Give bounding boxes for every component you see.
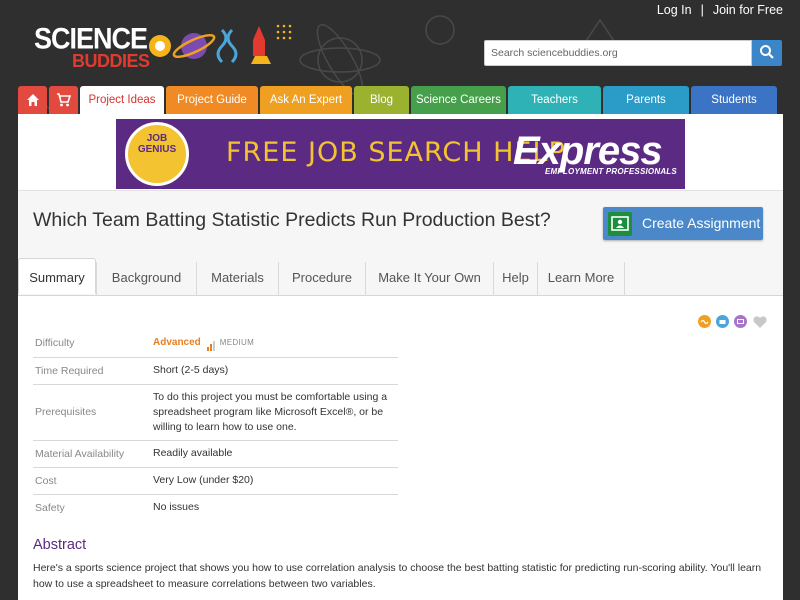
ad-job-genius-badge: JOB GENIUS <box>125 122 189 186</box>
nav-project-guide[interactable]: Project Guide <box>166 86 258 115</box>
material-availability-value: Readily available <box>151 440 398 468</box>
nav-project-ideas[interactable]: Project Ideas <box>80 86 164 115</box>
material-availability-label: Material Availability <box>33 440 151 468</box>
tab-summary[interactable]: Summary <box>18 258 96 294</box>
facts-row-prerequisites: Prerequisites To do this project you mus… <box>33 384 398 441</box>
nav-teachers[interactable]: Teachers <box>508 86 601 115</box>
logo-text-buddies: BUDDIES <box>72 51 150 71</box>
page-title: Which Team Batting Statistic Predicts Ru… <box>33 209 551 231</box>
google-classroom-icon <box>608 212 632 236</box>
prerequisites-label: Prerequisites <box>33 384 151 441</box>
search-input[interactable] <box>484 40 752 66</box>
nav-students[interactable]: Students <box>691 86 777 115</box>
project-tabs: Summary Background Materials Procedure M… <box>18 258 783 296</box>
title-strip: Which Team Batting Statistic Predicts Ru… <box>18 190 783 262</box>
tab-materials[interactable]: Materials <box>196 262 278 296</box>
cost-label: Cost <box>33 467 151 495</box>
project-facts-table: Difficulty Advanced MEDIUM Time Required … <box>33 330 398 521</box>
abstract-heading: Abstract <box>33 537 87 553</box>
science-buddies-logo[interactable]: SCIENCE BUDDIES <box>34 23 294 78</box>
facts-row-time: Time Required Short (2-5 days) <box>33 357 398 385</box>
nav-ask-an-expert[interactable]: Ask An Expert <box>260 86 352 115</box>
tab-background[interactable]: Background <box>96 262 196 296</box>
print-icon[interactable] <box>716 315 729 328</box>
search-icon <box>760 44 774 59</box>
email-icon[interactable] <box>734 315 747 328</box>
difficulty-label: Difficulty <box>33 330 151 358</box>
nav-science-careers[interactable]: Science Careers <box>411 86 506 115</box>
create-assignment-button[interactable]: Create Assignment <box>603 207 763 240</box>
favorite-heart-icon[interactable] <box>752 315 767 328</box>
tab-learn-more[interactable]: Learn More <box>537 262 625 296</box>
google-classroom-share-icon[interactable] <box>698 315 711 328</box>
top-links: Log In | Join for Free <box>657 3 783 17</box>
top-links-separator: | <box>700 3 704 17</box>
cart-icon <box>57 93 72 107</box>
tab-make-it-your-own[interactable]: Make It Your Own <box>365 262 493 296</box>
ad-badge-text: JOB GENIUS <box>137 133 177 155</box>
nav-blog[interactable]: Blog <box>354 86 409 115</box>
share-icons <box>698 315 770 328</box>
facts-row-material: Material Availability Readily available <box>33 440 398 468</box>
nav-parents[interactable]: Parents <box>603 86 689 115</box>
tab-help[interactable]: Help <box>493 262 537 296</box>
difficulty-bars-icon <box>206 336 216 352</box>
search-button[interactable] <box>752 40 782 66</box>
logo-science-icons <box>149 24 292 64</box>
tab-procedure[interactable]: Procedure <box>278 262 365 296</box>
nav-cart[interactable] <box>49 86 78 115</box>
time-label: Time Required <box>33 357 151 385</box>
difficulty-advanced: Advanced <box>153 337 201 349</box>
time-value: Short (2-5 days) <box>151 357 398 385</box>
site-search <box>484 40 782 66</box>
nav-home[interactable] <box>18 86 47 115</box>
cost-value: Very Low (under $20) <box>151 467 398 495</box>
main-nav: Project Ideas Project Guide Ask An Exper… <box>18 86 779 115</box>
join-link[interactable]: Join for Free <box>713 3 783 17</box>
ad-banner[interactable]: JOB GENIUS FREE JOB SEARCH HELP Express … <box>116 119 685 189</box>
facts-row-difficulty: Difficulty Advanced MEDIUM <box>33 330 398 358</box>
difficulty-value: Advanced MEDIUM <box>151 330 398 358</box>
project-panel: JOB GENIUS FREE JOB SEARCH HELP Express … <box>18 114 783 600</box>
difficulty-level: MEDIUM <box>219 338 255 348</box>
abstract-text: Here's a sports science project that sho… <box>33 562 762 590</box>
prerequisites-value: To do this project you must be comfortab… <box>151 384 398 441</box>
login-link[interactable]: Log In <box>657 3 692 17</box>
facts-row-safety: Safety No issues <box>33 494 398 521</box>
facts-row-cost: Cost Very Low (under $20) <box>33 467 398 495</box>
safety-value: No issues <box>153 501 200 514</box>
create-assignment-label: Create Assignment <box>642 215 761 231</box>
home-icon <box>26 94 39 106</box>
safety-label: Safety <box>35 501 65 514</box>
ad-brand-subtitle: EMPLOYMENT PROFESSIONALS <box>545 167 677 176</box>
